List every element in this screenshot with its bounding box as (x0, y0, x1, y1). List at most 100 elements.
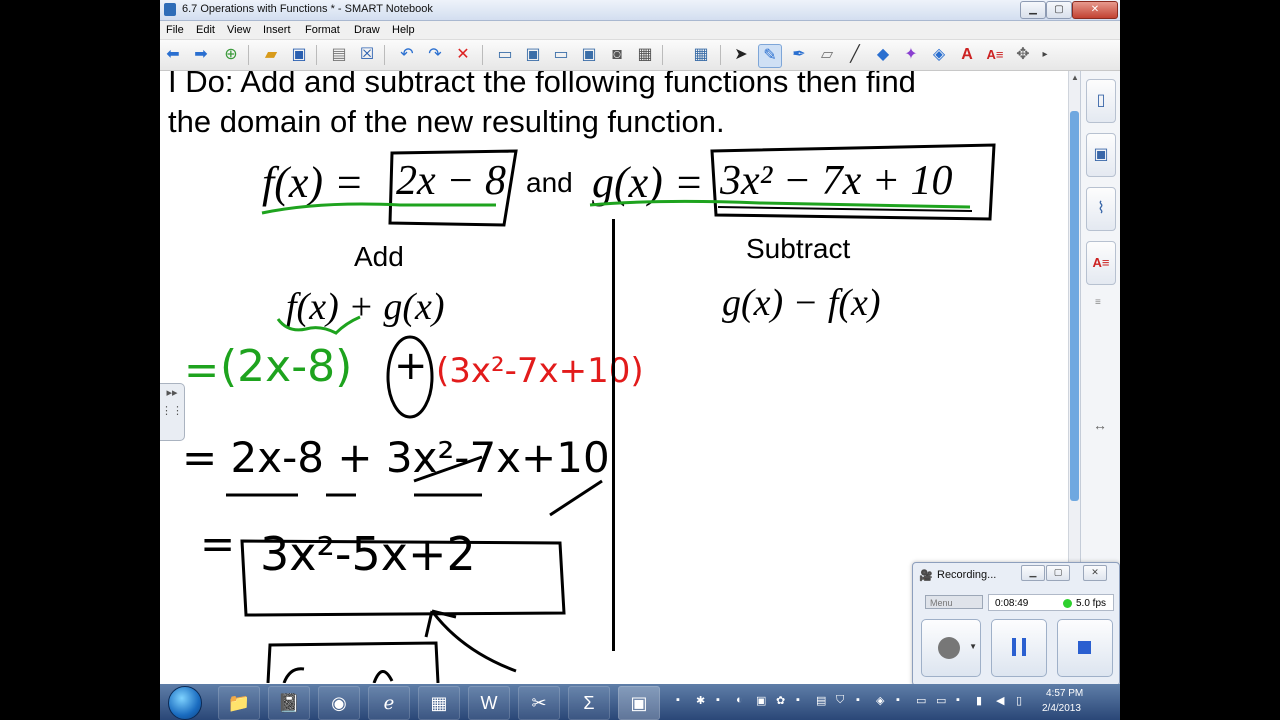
maximize-button[interactable]: ▢ (1046, 1, 1072, 19)
save-icon[interactable]: ▣ (288, 44, 310, 66)
pause-icon (1012, 638, 1026, 656)
window-title: 6.7 Operations with Functions * - SMART … (182, 3, 433, 15)
record-icon (938, 637, 960, 659)
fill-icon[interactable]: ◈ (928, 44, 950, 66)
menu-format[interactable]: Format (305, 24, 340, 36)
tray-icon[interactable]: ▪ (676, 694, 680, 706)
pause-button[interactable] (991, 619, 1047, 677)
domain-box-scribble (282, 667, 394, 683)
result-arrow (424, 609, 517, 673)
properties-tab-icon[interactable]: A≡ (1086, 241, 1116, 285)
tray-icon[interactable]: ▪ (896, 694, 900, 706)
tray-icon[interactable]: ◐ (736, 694, 743, 706)
volume-icon[interactable]: ◀ (996, 694, 1004, 707)
result-box (240, 539, 566, 617)
delete-icon[interactable]: ✕ (452, 44, 474, 66)
stop-button[interactable] (1057, 619, 1113, 677)
tray-icon[interactable]: ▪ (716, 694, 720, 706)
menu-edit[interactable]: Edit (196, 24, 215, 36)
document-camera-icon[interactable]: ▦ (634, 44, 656, 66)
select-arrow-icon[interactable]: ➤ (730, 44, 752, 66)
tray-icon[interactable]: ▭ (916, 694, 926, 707)
tray-icon[interactable]: ▤ (816, 694, 826, 707)
table-icon[interactable]: ▦ (690, 44, 712, 66)
magic-pen-icon[interactable]: ✦ (900, 44, 922, 66)
properties-icon[interactable]: A≡ (984, 44, 1006, 66)
close-button[interactable]: ✕ (1072, 1, 1118, 19)
recorder-close-button[interactable]: ✕ (1083, 565, 1107, 581)
toolbar-separator (316, 45, 317, 65)
clock-date[interactable]: 2/4/2013 (1042, 703, 1081, 714)
recorder-app-icon[interactable]: ▣ (618, 686, 660, 720)
back-arrow-icon[interactable]: ⬅ (162, 44, 184, 66)
recorder-window: 🎥 Recording... ▁ ▢ ✕ Menu 0:08:49 5.0 fp… (912, 562, 1120, 686)
clock-time[interactable]: 4:57 PM (1046, 688, 1083, 699)
capture-icon[interactable]: ▣ (578, 44, 600, 66)
tray-icon[interactable]: ✿ (776, 694, 785, 707)
menu-insert[interactable]: Insert (263, 24, 291, 36)
full-screen-icon[interactable]: ▣ (522, 44, 544, 66)
undo-icon[interactable]: ↶ (396, 44, 418, 66)
ie-icon[interactable]: ℯ (368, 686, 410, 720)
tray-icon[interactable]: ✱ (696, 694, 705, 707)
add-page-icon[interactable]: ⊕ (220, 44, 242, 66)
word-icon[interactable]: W (468, 686, 510, 720)
toolbar-more-icon[interactable]: ▸ (1034, 44, 1056, 66)
attachments-icon[interactable]: ⌇ (1086, 187, 1116, 231)
network-icon[interactable]: ▮ (976, 694, 982, 707)
tray-icon[interactable]: ⛉ (836, 694, 844, 707)
sigma-icon[interactable]: Σ (568, 686, 610, 720)
creative-pen-icon[interactable]: ✒ (788, 44, 810, 66)
explorer-icon[interactable]: 📁 (218, 686, 260, 720)
recorder-restore-button[interactable]: ▢ (1046, 565, 1070, 581)
panel-grip-icon[interactable]: ≡ (1095, 297, 1101, 308)
notebook-icon[interactable]: 📓 (268, 686, 310, 720)
shape-icon[interactable]: ◆ (872, 44, 894, 66)
tray-icon[interactable]: ▪ (796, 694, 800, 706)
tray-icon[interactable]: ▣ (756, 694, 766, 707)
eraser-icon[interactable]: ▱ (816, 44, 838, 66)
gallery-icon[interactable]: ▣ (1086, 133, 1116, 177)
menu-draw[interactable]: Draw (354, 24, 380, 36)
recorder-icon: 🎥 (919, 570, 933, 582)
recorder-menu-dropdown[interactable]: Menu (925, 595, 983, 609)
record-button[interactable]: ▼ (921, 619, 981, 677)
screen-shade-icon[interactable]: ▭ (494, 44, 516, 66)
minimize-button[interactable]: ▁ (1020, 1, 1046, 19)
scroll-thumb[interactable] (1070, 111, 1079, 501)
move-toolbar-icon[interactable]: ✥ (1012, 44, 1034, 66)
start-button[interactable] (168, 686, 202, 720)
text-icon[interactable]: A (956, 44, 978, 66)
battery-icon[interactable]: ▯ (1016, 694, 1022, 707)
open-folder-icon[interactable]: ▰ (260, 44, 282, 66)
forward-arrow-icon[interactable]: ➡ (190, 44, 212, 66)
line-icon[interactable]: ╱ (844, 44, 866, 66)
calculator-icon[interactable]: ▦ (418, 686, 460, 720)
chrome-icon[interactable]: ◉ (318, 686, 360, 720)
page-sorter-icon[interactable]: ▯ (1086, 79, 1116, 123)
tray-icon[interactable]: ▭ (936, 694, 946, 707)
title-bar: 6.7 Operations with Functions * - SMART … (160, 0, 1120, 21)
menu-help[interactable]: Help (392, 24, 415, 36)
floating-tools-tab[interactable]: ▸▸ ⋮⋮ (160, 383, 185, 441)
toolbar-separator (248, 45, 249, 65)
chevron-down-icon[interactable]: ▼ (969, 642, 977, 651)
redo-icon[interactable]: ↷ (424, 44, 446, 66)
tray-icon[interactable]: ▪ (956, 694, 960, 706)
camera-icon[interactable]: ◙ (606, 44, 628, 66)
snipping-icon[interactable]: ✂ (518, 686, 560, 720)
tray-icon[interactable]: ▪ (856, 694, 860, 706)
tray-icon[interactable]: ◈ (876, 694, 884, 707)
delete-page-icon[interactable]: ☒ (356, 44, 378, 66)
menu-file[interactable]: File (166, 24, 184, 36)
menu-view[interactable]: View (227, 24, 251, 36)
toolbar-separator (720, 45, 721, 65)
panel-resize-icon[interactable]: ↔ (1093, 417, 1107, 433)
recorder-minimize-button[interactable]: ▁ (1021, 565, 1045, 581)
smart-notebook-window: 6.7 Operations with Functions * - SMART … (160, 0, 1120, 720)
pen-icon[interactable]: ✎ (758, 44, 782, 68)
paste-icon[interactable]: ▤ (328, 44, 350, 66)
toolbar: ⬅ ➡ ⊕ ▰ ▣ ▤ ☒ ↶ ↷ ✕ ▭ ▣ ▭ ▣ ◙ ▦ ▦ ➤ ✎ ✒ … (160, 40, 1120, 71)
g-green-underline (589, 199, 971, 209)
dual-display-icon[interactable]: ▭ (550, 44, 572, 66)
